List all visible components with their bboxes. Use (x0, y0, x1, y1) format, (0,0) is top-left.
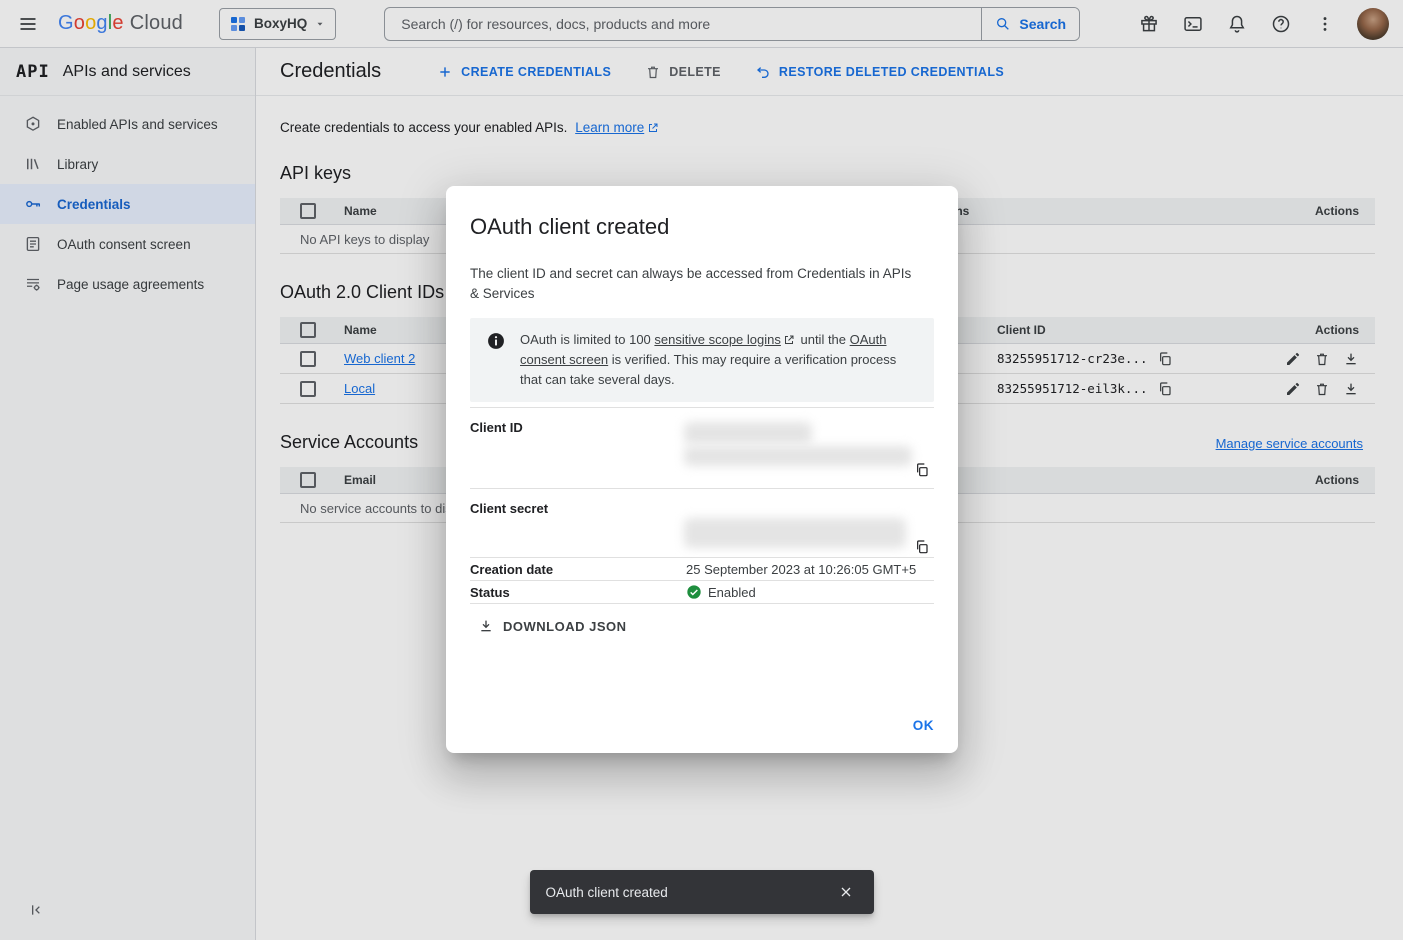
client-id-label: Client ID (470, 420, 686, 488)
screen: Google Cloud BoxyHQ Search (0, 0, 1403, 940)
check-circle-icon (686, 584, 702, 600)
redacted-blob (684, 446, 912, 466)
creation-date-row: Creation date 25 September 2023 at 10:26… (470, 558, 934, 581)
snackbar: OAuth client created (530, 870, 874, 914)
download-json-button[interactable]: DOWNLOAD JSON (478, 614, 627, 638)
status-row: Status Enabled (470, 581, 934, 604)
dialog-title: OAuth client created (470, 214, 934, 240)
snackbar-close-button[interactable] (828, 874, 864, 910)
creation-date-value: 25 September 2023 at 10:26:05 GMT+5 (686, 562, 934, 577)
oauth-client-created-dialog: OAuth client created The client ID and s… (446, 186, 958, 753)
copy-client-secret-button[interactable] (912, 537, 932, 557)
client-id-value-redacted (686, 420, 934, 488)
status-value: Enabled (708, 585, 756, 600)
info-icon (486, 331, 506, 390)
client-secret-label: Client secret (470, 501, 686, 557)
download-icon (478, 618, 494, 634)
infobox-text: OAuth is limited to 100 sensitive scope … (520, 330, 918, 390)
external-link-icon (783, 334, 795, 346)
copy-client-id-button[interactable] (912, 460, 932, 480)
dialog-description: The client ID and secret can always be a… (470, 264, 922, 304)
status-label: Status (470, 585, 686, 600)
sensitive-scope-logins-link[interactable]: sensitive scope logins (654, 332, 780, 347)
client-id-row: Client ID (470, 407, 934, 489)
client-secret-row: Client secret (470, 489, 934, 558)
copy-icon (914, 539, 930, 555)
redacted-blob (684, 422, 812, 444)
ok-button[interactable]: OK (913, 718, 934, 733)
copy-icon (914, 462, 930, 478)
dialog-fields: Client ID Client secret Creation date 25… (470, 407, 934, 604)
client-secret-value-redacted (686, 501, 934, 557)
snackbar-message: OAuth client created (546, 885, 668, 900)
close-icon (838, 884, 854, 900)
oauth-limit-infobox: OAuth is limited to 100 sensitive scope … (470, 318, 934, 402)
creation-date-label: Creation date (470, 562, 686, 577)
redacted-blob (684, 518, 906, 548)
